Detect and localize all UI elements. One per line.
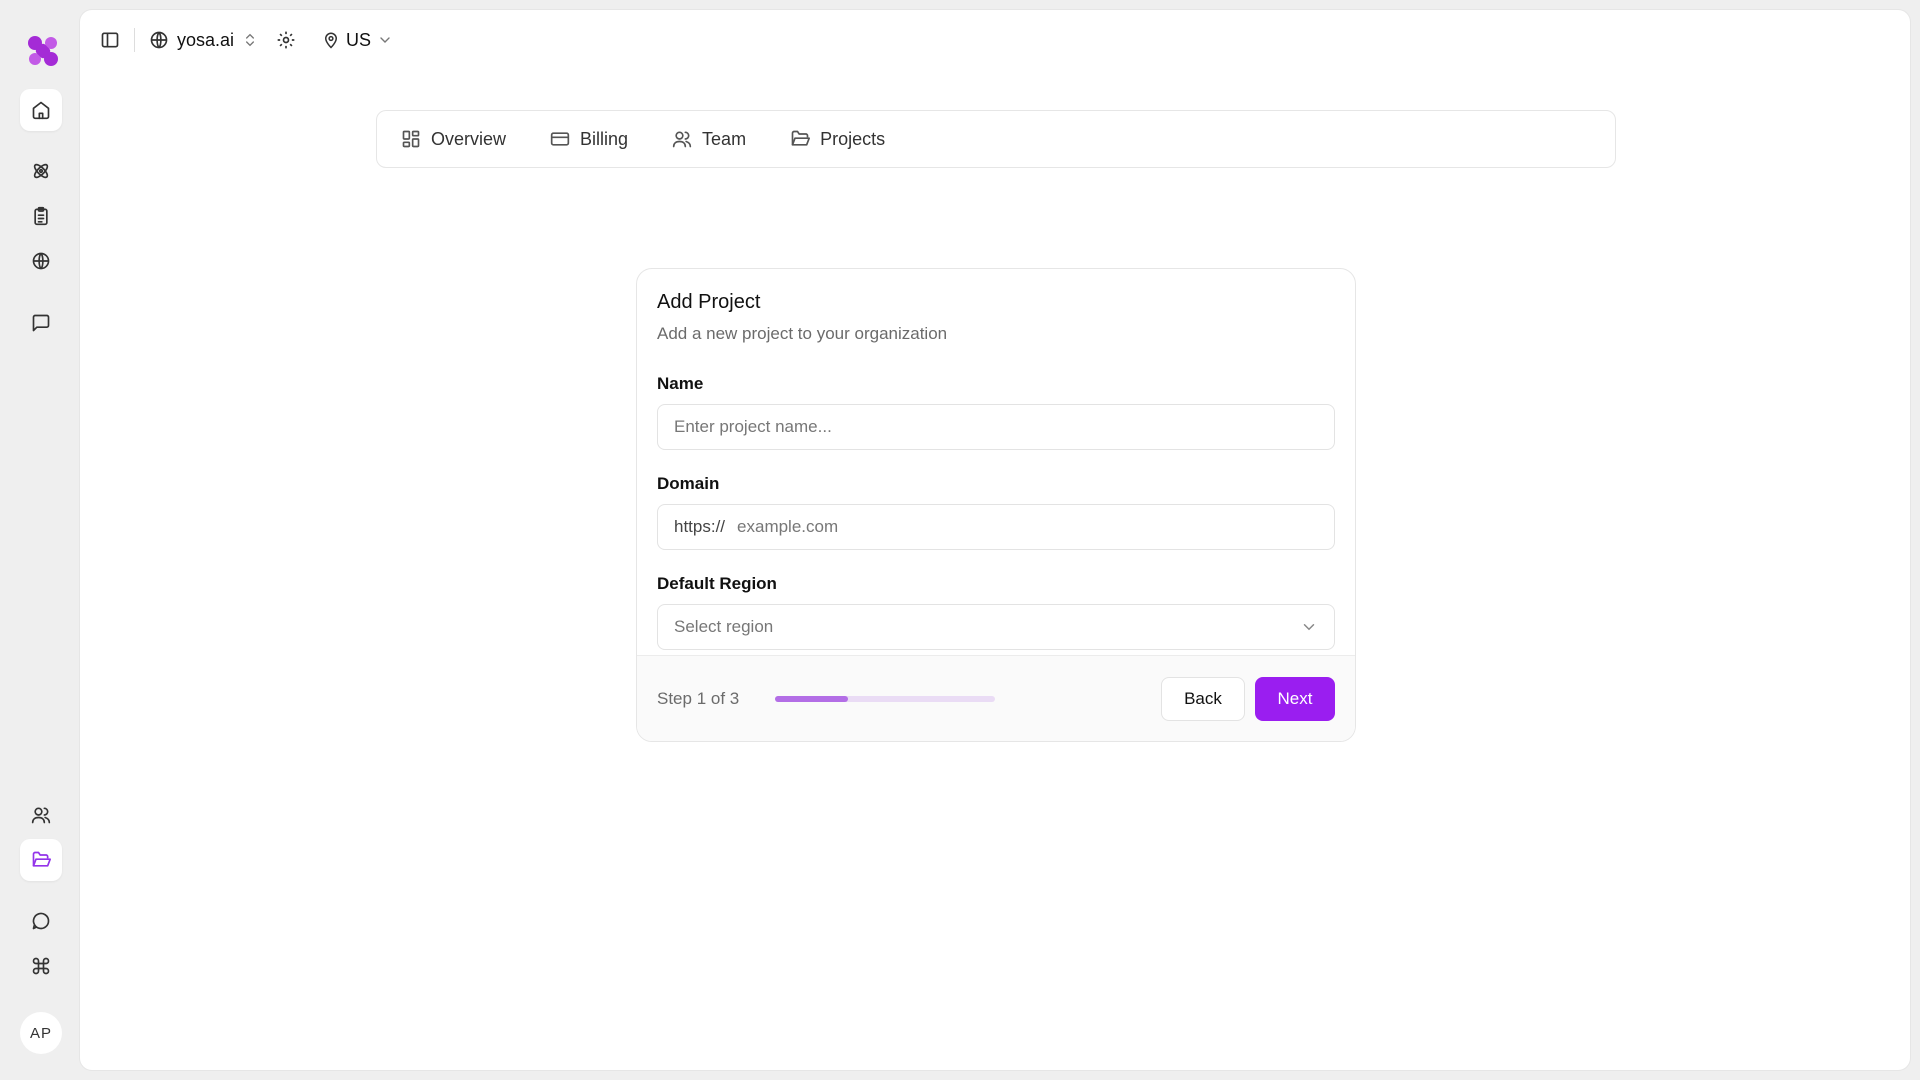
region-placeholder: Select region bbox=[674, 617, 774, 636]
add-project-card: Add Project Add a new project to your or… bbox=[636, 268, 1356, 742]
progress-fill bbox=[775, 695, 848, 702]
org-name: yosa.ai bbox=[177, 29, 235, 50]
org-switcher[interactable]: yosa.ai bbox=[149, 30, 258, 51]
next-button[interactable]: Next bbox=[1255, 676, 1335, 721]
top-bar: yosa.ai US bbox=[80, 10, 1910, 70]
messages-button[interactable] bbox=[20, 302, 62, 344]
command-icon bbox=[32, 957, 50, 975]
layout-grid-icon bbox=[402, 130, 420, 148]
tab-projects[interactable]: Projects bbox=[790, 129, 885, 150]
logo-icon bbox=[28, 36, 58, 66]
tab-billing[interactable]: Billing bbox=[550, 129, 628, 150]
atom-button[interactable] bbox=[20, 150, 62, 192]
message-circle-icon bbox=[32, 912, 50, 930]
region-select[interactable]: Select region bbox=[657, 604, 1335, 650]
clipboard-icon bbox=[34, 206, 48, 226]
chevron-down-icon bbox=[380, 37, 390, 43]
project-name-placeholder: Enter project name... bbox=[674, 417, 832, 436]
clipboard-button[interactable] bbox=[20, 195, 62, 237]
folder-open-icon bbox=[32, 851, 51, 867]
chevrons-up-down-icon bbox=[246, 33, 255, 47]
sidebar-toggle-icon bbox=[101, 32, 119, 48]
users-button[interactable] bbox=[20, 794, 62, 836]
toggle-sidebar-button[interactable] bbox=[100, 30, 120, 50]
domain-input[interactable]: https:// example.com bbox=[657, 504, 1335, 550]
globe-button[interactable] bbox=[20, 240, 62, 282]
tab-team[interactable]: Team bbox=[672, 129, 746, 150]
globe-icon bbox=[150, 31, 168, 49]
globe-icon bbox=[32, 252, 50, 270]
region-selector[interactable]: US bbox=[322, 30, 393, 51]
card-footer: Step 1 of 3 Back Next bbox=[637, 655, 1355, 741]
name-label: Name bbox=[657, 374, 704, 393]
back-button[interactable]: Back bbox=[1161, 676, 1245, 721]
tab-label: Billing bbox=[580, 128, 629, 149]
message-square-icon bbox=[32, 314, 50, 332]
tab-label: Team bbox=[702, 128, 747, 149]
chevron-down-icon bbox=[1303, 624, 1315, 631]
tab-label: Overview bbox=[431, 128, 507, 149]
project-name-input[interactable]: Enter project name... bbox=[657, 404, 1335, 450]
tab-label: Projects bbox=[820, 128, 886, 149]
domain-placeholder: example.com bbox=[737, 517, 839, 536]
home-button[interactable] bbox=[20, 89, 62, 131]
domain-label: Domain bbox=[657, 474, 720, 493]
card-subtitle: Add a new project to your organization bbox=[657, 324, 948, 343]
users-icon bbox=[31, 807, 51, 824]
users-icon bbox=[672, 131, 692, 148]
home-icon bbox=[32, 101, 50, 120]
main-panel: yosa.ai US Overview Billing Team Project… bbox=[80, 10, 1910, 1070]
domain-prefix: https:// bbox=[674, 517, 726, 536]
gear-icon bbox=[277, 31, 295, 49]
map-pin-icon bbox=[325, 32, 338, 49]
credit-card-icon bbox=[550, 132, 570, 146]
section-tabs: Overview Billing Team Projects bbox=[376, 110, 1616, 168]
step-indicator: Step 1 of 3 bbox=[657, 688, 740, 708]
projects-button[interactable] bbox=[20, 839, 62, 881]
user-avatar[interactable]: AP bbox=[20, 1012, 62, 1054]
atom-icon bbox=[33, 163, 49, 179]
step-progress-bar bbox=[775, 695, 996, 702]
tab-overview[interactable]: Overview bbox=[401, 129, 506, 150]
divider bbox=[134, 28, 135, 52]
card-title: Add Project bbox=[657, 291, 761, 313]
settings-button[interactable] bbox=[276, 30, 296, 50]
region-field-label: Default Region bbox=[657, 574, 777, 593]
command-button[interactable] bbox=[20, 945, 62, 987]
side-rail: AP bbox=[0, 0, 80, 1080]
folder-icon bbox=[791, 130, 811, 146]
app-logo[interactable] bbox=[26, 34, 60, 68]
chat-button[interactable] bbox=[20, 900, 62, 942]
region-label: US bbox=[346, 29, 372, 50]
